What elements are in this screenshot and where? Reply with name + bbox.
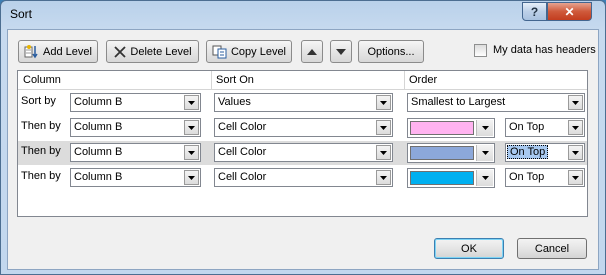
position-dropdown-value: On Top — [509, 171, 545, 183]
column-dropdown[interactable]: Column B — [70, 93, 201, 112]
copy-level-button[interactable]: Copy Level — [206, 40, 292, 63]
cell-color-picker[interactable] — [407, 118, 495, 138]
sort-on-dropdown[interactable]: Cell Color — [214, 168, 393, 187]
color-swatch — [410, 146, 474, 160]
move-down-button[interactable] — [330, 40, 352, 63]
sort-on-dropdown[interactable]: Cell Color — [214, 143, 393, 162]
position-dropdown[interactable]: On Top — [505, 118, 585, 137]
order-header: Order — [409, 74, 438, 86]
help-icon: ? — [530, 4, 539, 19]
column-dropdown-value: Column B — [74, 121, 123, 133]
chevron-down-icon[interactable] — [184, 120, 199, 135]
sort-level-row[interactable]: Sort by Column B Values Smallest to Larg… — [18, 91, 587, 115]
position-dropdown[interactable]: On Top — [505, 168, 585, 187]
ok-label: OK — [461, 242, 477, 255]
cell-color-picker[interactable] — [407, 143, 495, 163]
delete-x-icon — [114, 45, 127, 58]
position-dropdown[interactable]: On Top — [505, 143, 585, 162]
position-dropdown-value: On Top — [509, 121, 545, 133]
row-label: Then by — [21, 145, 61, 157]
header-divider — [404, 71, 405, 89]
sort-on-dropdown[interactable]: Cell Color — [214, 118, 393, 137]
chevron-down-icon[interactable] — [376, 95, 391, 110]
sort-level-row[interactable]: Then by Column B Cell Color On Top — [18, 116, 587, 140]
column-dropdown-value: Column B — [74, 146, 123, 158]
row-label: Then by — [21, 120, 61, 132]
sort-on-dropdown[interactable]: Values — [214, 93, 393, 112]
chevron-down-icon[interactable] — [376, 145, 391, 160]
column-dropdown-value: Column B — [74, 171, 123, 183]
chevron-down-icon[interactable] — [568, 145, 583, 160]
sort-dialog: Sort ? ✕ Add Level Delete Level Copy Lev… — [0, 0, 606, 275]
cell-color-picker[interactable] — [407, 168, 495, 188]
sort-on-dropdown-value: Values — [218, 96, 251, 108]
sort-on-dropdown-value: Cell Color — [218, 146, 267, 158]
add-level-label: Add Level — [43, 45, 92, 58]
row-label: Then by — [21, 170, 61, 182]
position-dropdown-value: On Top — [507, 145, 549, 159]
color-swatch — [410, 121, 474, 135]
sort-level-row-selected[interactable]: Then by Column B Cell Color On Top — [18, 141, 587, 165]
chevron-down-icon[interactable] — [568, 170, 583, 185]
close-button[interactable]: ✕ — [547, 2, 592, 21]
sort-on-dropdown-value: Cell Color — [218, 171, 267, 183]
my-data-has-headers-checkbox[interactable] — [474, 44, 487, 57]
options-label: Options... — [367, 45, 415, 58]
ok-button[interactable]: OK — [434, 238, 504, 259]
options-button[interactable]: Options... — [358, 40, 424, 63]
close-icon: ✕ — [564, 4, 575, 19]
cancel-button[interactable]: Cancel — [517, 238, 587, 259]
row-label: Sort by — [21, 95, 56, 107]
header-separator — [18, 89, 587, 90]
delete-level-label: Delete Level — [130, 45, 192, 58]
chevron-down-icon[interactable] — [184, 145, 199, 160]
move-up-icon — [307, 48, 317, 55]
cancel-label: Cancel — [534, 242, 570, 255]
column-dropdown-value: Column B — [74, 96, 123, 108]
order-dropdown-value: Smallest to Largest — [411, 96, 506, 108]
color-swatch — [410, 171, 474, 185]
chevron-down-icon[interactable] — [568, 120, 583, 135]
chevron-down-icon[interactable] — [476, 170, 493, 186]
delete-level-button[interactable]: Delete Level — [106, 40, 199, 63]
sort-on-dropdown-value: Cell Color — [218, 121, 267, 133]
my-data-has-headers-label[interactable]: My data has headers — [493, 44, 596, 56]
add-level-button[interactable]: Add Level — [18, 40, 98, 63]
chevron-down-icon[interactable] — [376, 170, 391, 185]
sort-level-row[interactable]: Then by Column B Cell Color On Top — [18, 166, 587, 190]
order-dropdown[interactable]: Smallest to Largest — [407, 93, 585, 112]
dialog-title: Sort — [10, 7, 33, 21]
header-divider — [211, 71, 212, 89]
chevron-down-icon[interactable] — [476, 145, 493, 161]
chevron-down-icon[interactable] — [376, 120, 391, 135]
chevron-down-icon[interactable] — [184, 95, 199, 110]
chevron-down-icon[interactable] — [476, 120, 493, 136]
chevron-down-icon[interactable] — [568, 95, 583, 110]
move-up-button[interactable] — [301, 40, 323, 63]
chevron-down-icon[interactable] — [184, 170, 199, 185]
column-dropdown[interactable]: Column B — [70, 168, 201, 187]
sort-levels-grid: Column Sort On Order Sort by Column B Va… — [17, 70, 588, 217]
help-button[interactable]: ? — [522, 2, 547, 21]
column-dropdown[interactable]: Column B — [70, 143, 201, 162]
column-header: Column — [23, 74, 61, 86]
title-bar[interactable]: Sort ? ✕ — [1, 1, 605, 29]
add-level-icon — [24, 44, 38, 58]
copy-level-label: Copy Level — [230, 45, 287, 58]
sort-on-header: Sort On — [216, 74, 254, 86]
copy-icon — [212, 45, 227, 58]
column-dropdown[interactable]: Column B — [70, 118, 201, 137]
move-down-icon — [336, 48, 346, 55]
dialog-body: Add Level Delete Level Copy Level Option… — [7, 29, 599, 270]
